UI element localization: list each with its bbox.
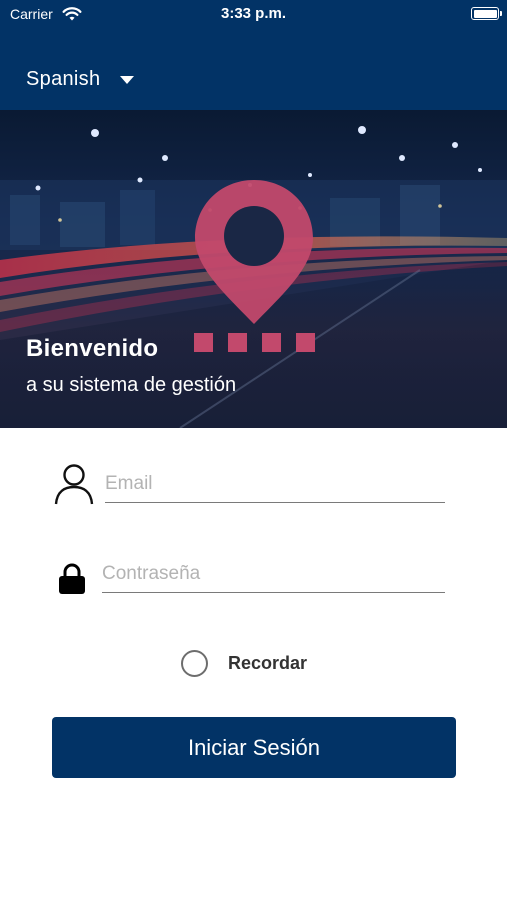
language-label: Spanish (26, 68, 101, 90)
hero-banner: Bienvenido a su sistema de gestión (0, 110, 507, 428)
user-icon (54, 464, 94, 505)
dropdown-caret-icon (120, 75, 135, 84)
password-field[interactable] (102, 562, 445, 593)
progress-dots (194, 333, 315, 352)
remember-label: Recordar (228, 653, 308, 673)
dot (228, 333, 247, 352)
radio-unchecked-icon[interactable] (181, 650, 208, 677)
login-button[interactable]: Iniciar Sesión (52, 717, 456, 778)
dot (262, 333, 281, 352)
language-selector[interactable]: Spanish (26, 68, 135, 91)
battery-icon (471, 7, 502, 20)
dot (296, 333, 315, 352)
dot (194, 333, 213, 352)
status-time: 3:33 p.m. (220, 5, 287, 22)
remember-toggle[interactable]: Recordar (181, 650, 307, 677)
welcome-title: Bienvenido (26, 335, 159, 362)
location-pin-icon (195, 180, 313, 324)
app-header: Carrier 3:33 p.m. Spanish (0, 0, 507, 110)
email-field[interactable] (105, 472, 445, 503)
lock-icon (59, 563, 85, 594)
status-bar: Carrier 3:33 p.m. (0, 0, 507, 28)
welcome-subtitle: a su sistema de gestión (26, 374, 237, 396)
